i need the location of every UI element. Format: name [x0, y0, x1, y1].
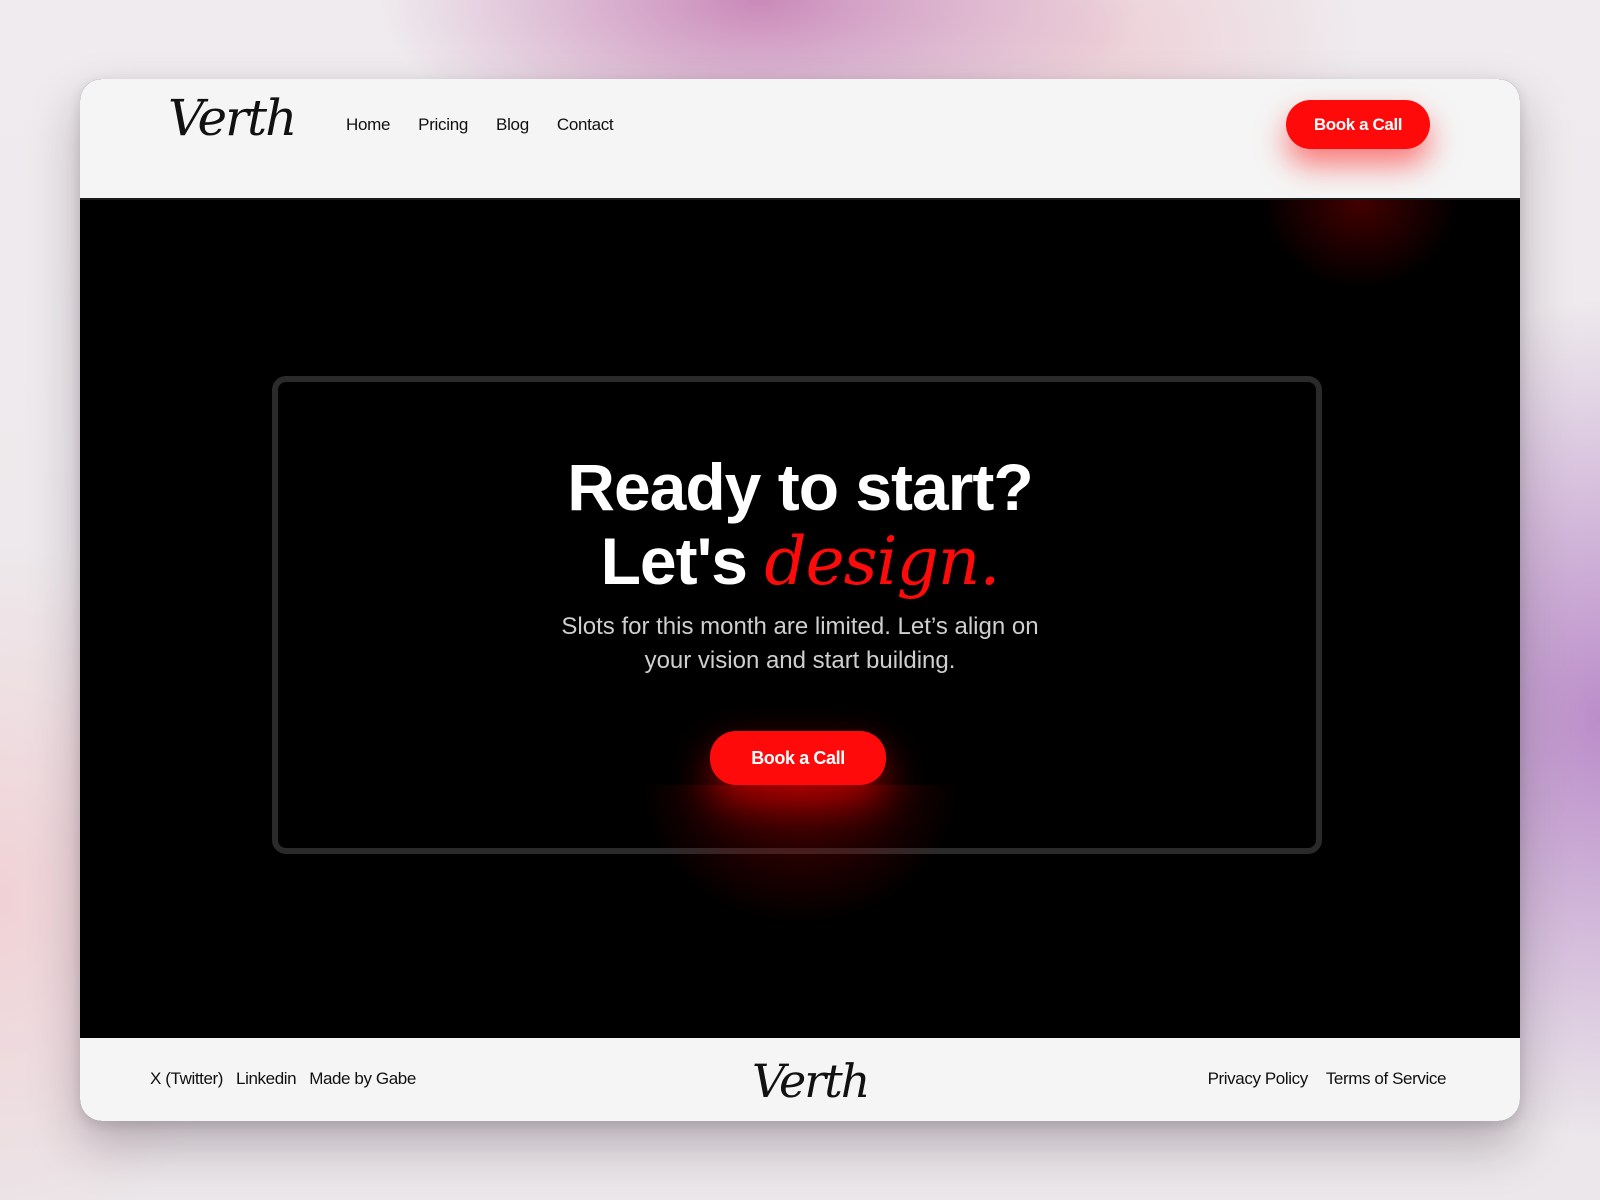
footer-link-privacy[interactable]: Privacy Policy	[1208, 1069, 1309, 1089]
footer-social-links: X (Twitter) Linkedin Made by Gabe	[150, 1069, 416, 1089]
brand-logo[interactable]: Verth	[168, 93, 297, 143]
main-nav: Home Pricing Blog Contact	[346, 115, 614, 135]
hero-section: Ready to start? Let's design. Slots for …	[80, 200, 1520, 1034]
hero-title-accent: design.	[764, 523, 1000, 600]
hero-subtitle: Slots for this month are limited. Let’s …	[80, 610, 1520, 678]
nav-link-pricing[interactable]: Pricing	[418, 115, 468, 135]
site-header: Verth Home Pricing Blog Contact Book a C…	[80, 79, 1520, 200]
footer-link-terms[interactable]: Terms of Service	[1326, 1069, 1447, 1089]
header-book-call-button[interactable]: Book a Call	[1286, 100, 1430, 149]
nav-link-home[interactable]: Home	[346, 115, 390, 135]
footer-link-linkedin[interactable]: Linkedin	[236, 1069, 297, 1089]
footer-legal-links: Privacy Policy Terms of Service	[1208, 1069, 1447, 1089]
footer-logo[interactable]: Verth	[752, 1058, 870, 1104]
hero-title-line2: Let's design.	[80, 524, 1520, 599]
footer-link-made-by[interactable]: Made by Gabe	[309, 1069, 416, 1089]
browser-window: Verth Home Pricing Blog Contact Book a C…	[80, 79, 1520, 1121]
hero-title-line1: Ready to start?	[567, 450, 1033, 524]
nav-link-blog[interactable]: Blog	[496, 115, 529, 135]
header-button-glow	[1260, 200, 1460, 290]
hero-book-call-button[interactable]: Book a Call	[710, 731, 886, 785]
footer-link-twitter[interactable]: X (Twitter)	[150, 1069, 223, 1089]
hero-title-prefix: Let's	[600, 524, 765, 598]
nav-link-contact[interactable]: Contact	[557, 115, 614, 135]
hero-subtitle-line2: your vision and start building.	[644, 647, 956, 674]
hero-subtitle-line1: Slots for this month are limited. Let’s …	[561, 613, 1039, 640]
site-footer: X (Twitter) Linkedin Made by Gabe Verth …	[80, 1038, 1520, 1121]
